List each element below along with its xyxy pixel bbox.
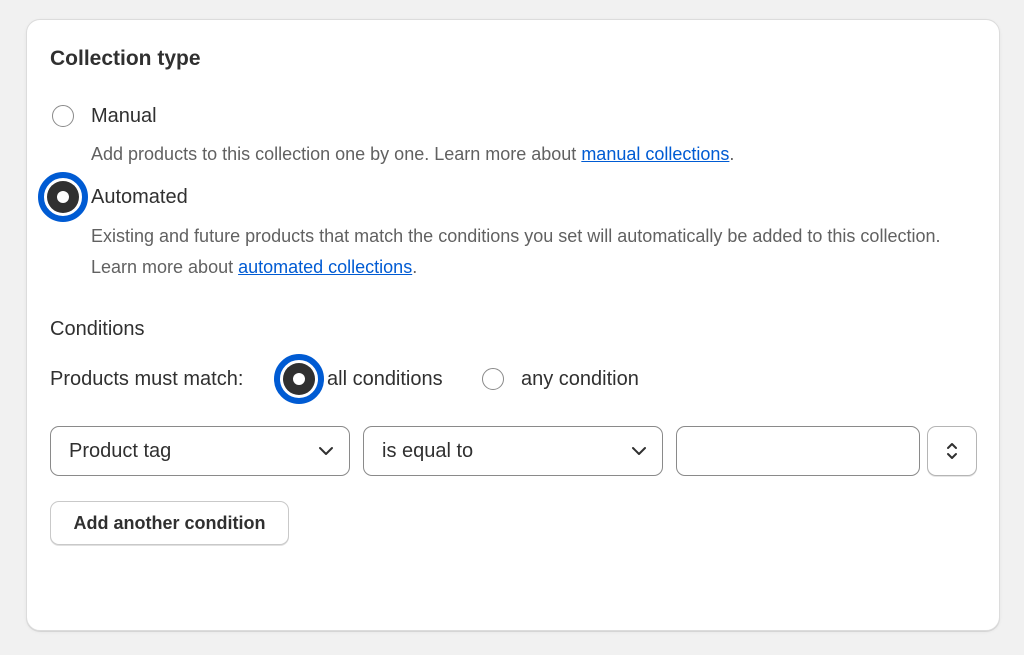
add-condition-button[interactable]: Add another condition — [50, 501, 289, 545]
condition-value-input[interactable] — [676, 426, 920, 476]
select-updown-icon — [947, 443, 957, 459]
condition-operator-value: is equal to — [382, 439, 474, 462]
automated-collections-link[interactable]: automated collections — [238, 257, 412, 277]
manual-radio[interactable] — [52, 105, 74, 127]
radio-selected-indicator — [283, 363, 315, 395]
match-label: Products must match: — [50, 368, 244, 390]
condition-value-stepper[interactable] — [927, 426, 977, 476]
condition-operator-select[interactable]: is equal to — [363, 426, 663, 476]
automated-label[interactable]: Automated — [91, 186, 188, 209]
any-condition-radio[interactable] — [482, 368, 504, 390]
manual-collections-link[interactable]: manual collections — [581, 144, 729, 164]
condition-field-value: Product tag — [69, 439, 172, 462]
any-condition-label[interactable]: any condition — [521, 368, 639, 391]
manual-help-text: Add products to this collection one by o… — [91, 144, 735, 164]
chevron-down-icon — [632, 447, 646, 455]
all-conditions-label[interactable]: all conditions — [327, 368, 443, 391]
conditions-heading: Conditions — [50, 318, 145, 340]
automated-help-text: Existing and future products that match … — [91, 226, 941, 277]
collection-type-card: Collection type Manual Add products to t… — [26, 19, 1000, 631]
radio-selected-indicator — [47, 181, 79, 213]
condition-field-select[interactable]: Product tag — [50, 426, 350, 476]
chevron-down-icon — [319, 447, 333, 455]
all-conditions-radio[interactable] — [274, 354, 324, 404]
card-title: Collection type — [50, 47, 201, 70]
manual-label[interactable]: Manual — [91, 105, 157, 128]
automated-radio[interactable] — [38, 172, 88, 222]
